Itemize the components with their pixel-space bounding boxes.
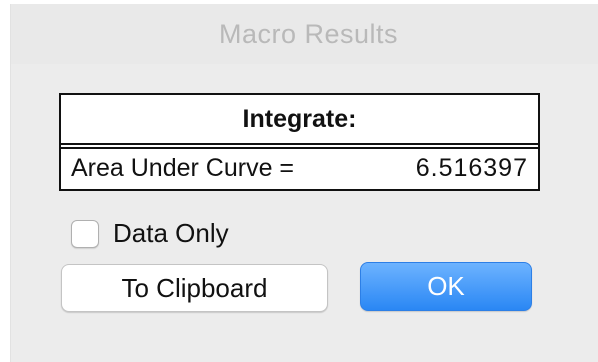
data-only-option[interactable]: Data Only xyxy=(71,218,229,249)
results-table: Integrate: Area Under Curve = 6.516397 xyxy=(59,93,540,191)
area-under-curve-value: 6.516397 xyxy=(415,154,528,182)
ok-button[interactable]: OK xyxy=(360,262,532,311)
table-row: Area Under Curve = 6.516397 xyxy=(61,149,538,189)
area-under-curve-label: Area Under Curve = xyxy=(71,154,295,182)
macro-results-dialog: Macro Results Integrate: Area Under Curv… xyxy=(10,4,598,362)
results-header: Integrate: xyxy=(242,104,357,133)
to-clipboard-button[interactable]: To Clipboard xyxy=(61,264,328,312)
data-only-checkbox[interactable] xyxy=(71,219,99,248)
data-only-label[interactable]: Data Only xyxy=(113,218,229,249)
window-title: Macro Results xyxy=(218,18,399,49)
title-bar[interactable]: Macro Results xyxy=(11,4,598,64)
